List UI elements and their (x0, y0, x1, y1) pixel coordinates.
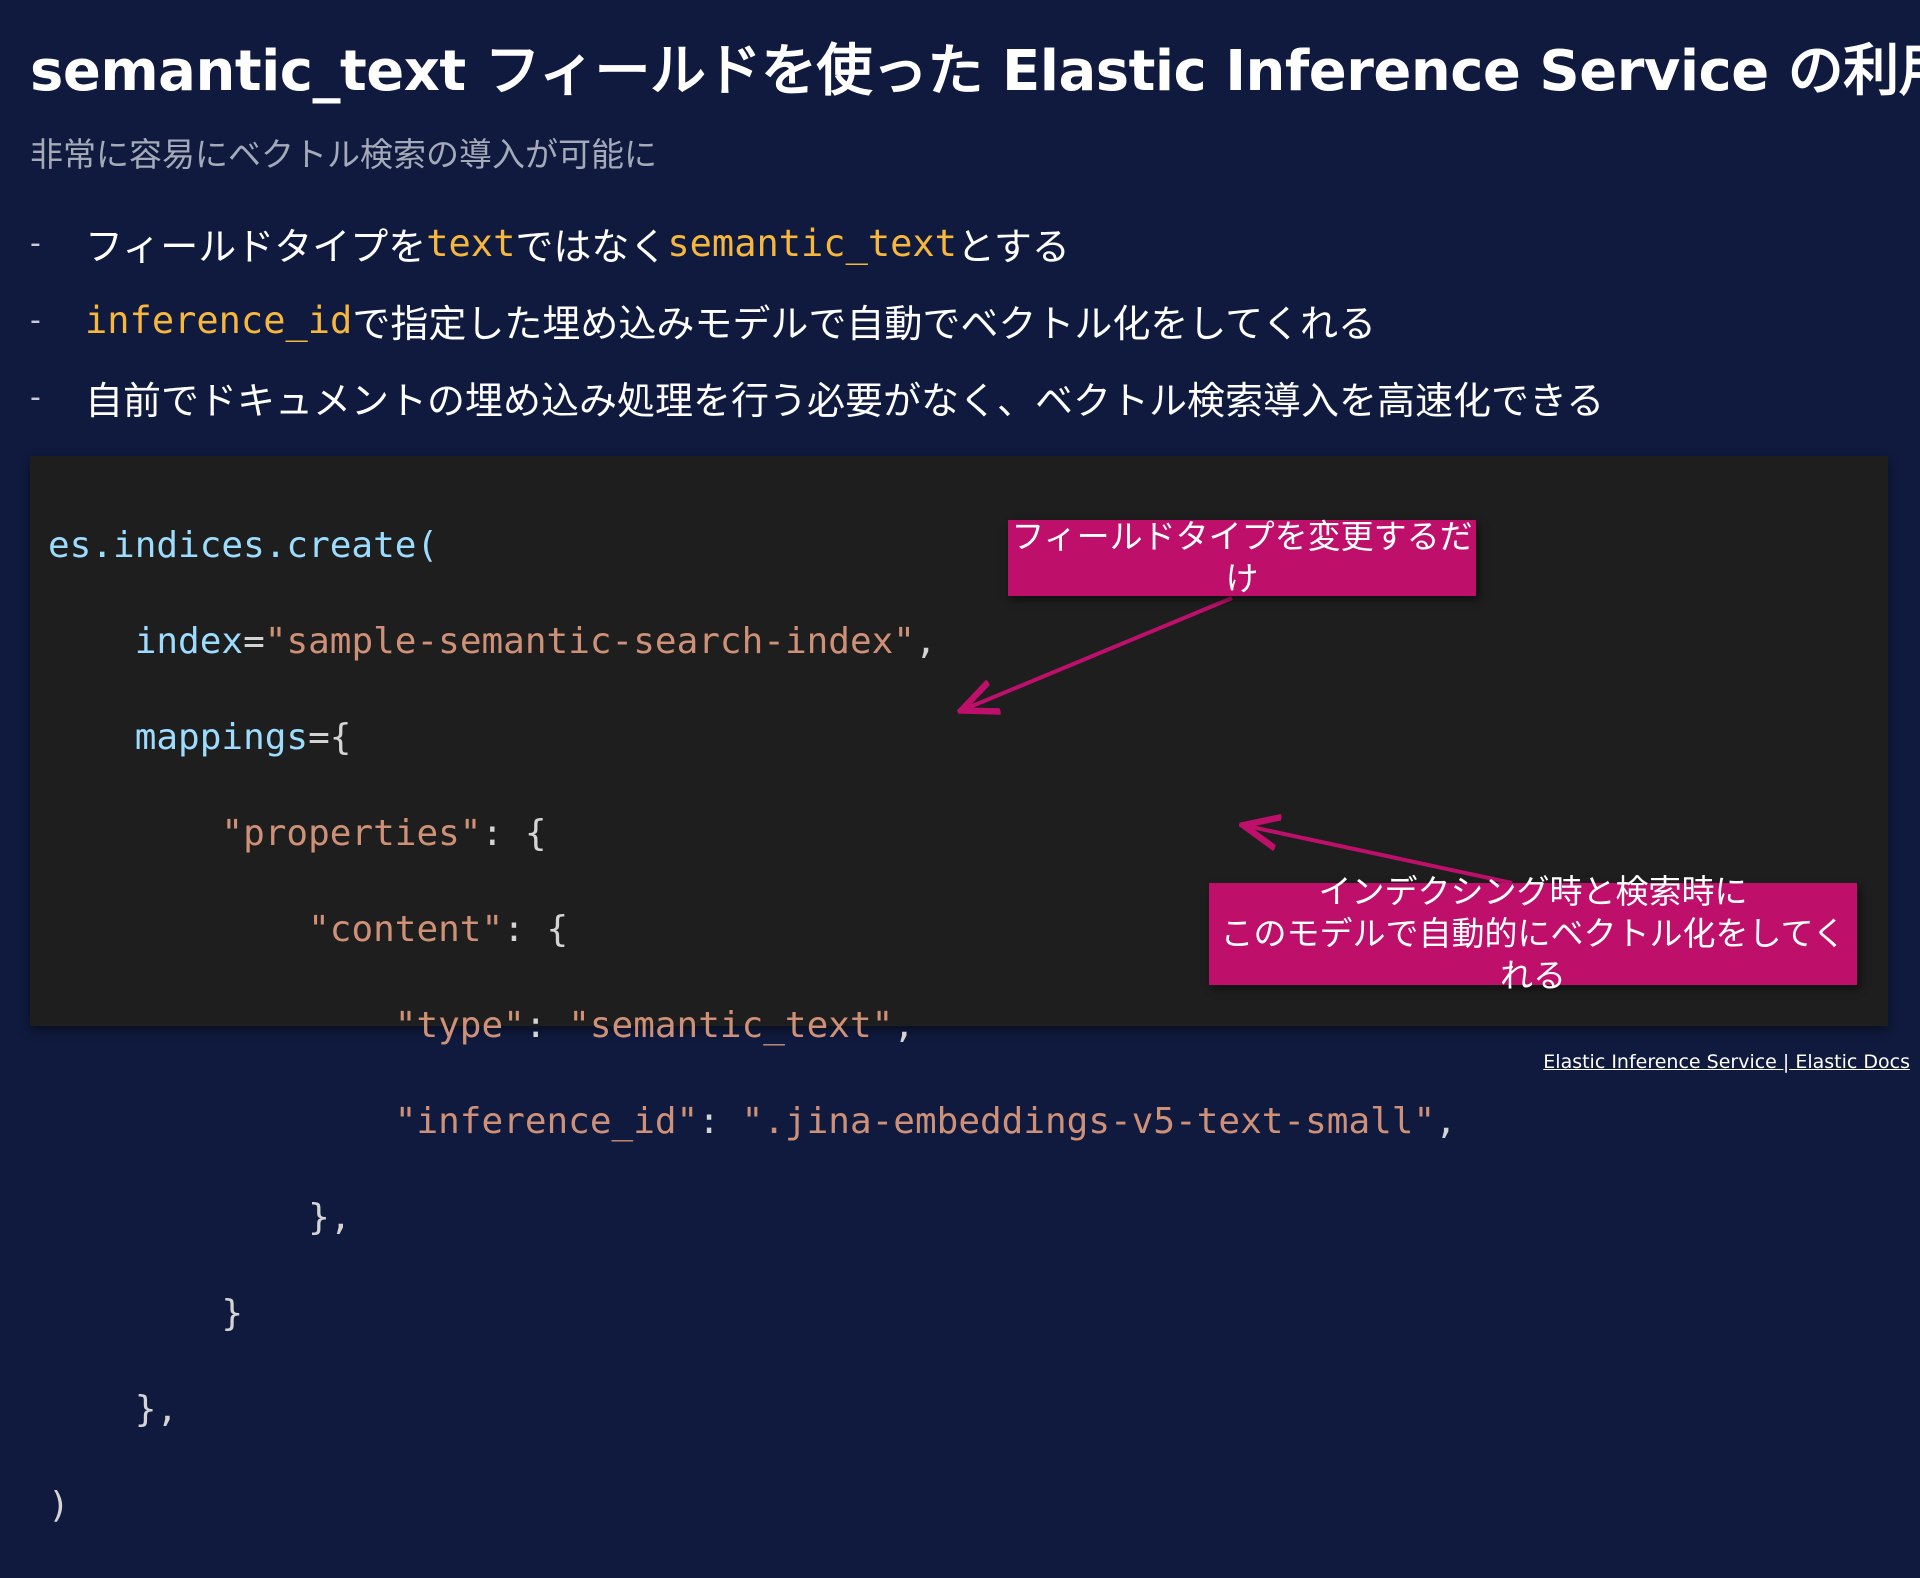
code-token: index (134, 621, 244, 662)
code-token: "properties" (221, 813, 482, 854)
bullet-text: とする (956, 225, 1070, 269)
bullet-item-benefit: - 自前でドキュメントの埋め込み処理を行う必要がなく、ベクトル検索導入を高速化で… (30, 359, 1890, 436)
callout-text: フィールドタイプを変更するだけ (1011, 516, 1473, 598)
code-token: mappings (134, 717, 309, 758)
slide-subtitle: 非常に容易にベクトル検索の導入が可能に (30, 135, 657, 174)
code-token: , (1435, 1101, 1457, 1142)
bullet-text: で指定した埋め込みモデルで自動でベクトル化をしてくれる (352, 302, 1377, 346)
code-token: : { (503, 909, 569, 950)
code-token: : (698, 1101, 742, 1142)
inline-code-semantic-text: semantic_text (667, 222, 957, 265)
code-token: = (243, 621, 265, 662)
code-content: es.indices.create( index="sample-semanti… (48, 474, 1457, 1578)
code-token: , (893, 1005, 915, 1046)
slide-title: semantic_text フィールドを使った Elastic Inferenc… (30, 39, 1920, 104)
code-token: } (221, 1293, 244, 1334)
code-token: : { (481, 813, 547, 854)
code-line: "type": "semantic_text", (48, 1002, 1457, 1050)
code-line: }, (48, 1386, 1457, 1434)
code-line: "inference_id": ".jina-embeddings-v5-tex… (48, 1098, 1457, 1146)
code-token: ) (48, 1485, 70, 1526)
code-token: }, (308, 1197, 352, 1238)
callout-field-type: フィールドタイプを変更するだけ (1008, 517, 1476, 598)
bullet-item-inference-id: - inference_id で指定した埋め込みモデルで自動でベクトル化をしてく… (30, 282, 1890, 359)
code-token: : (524, 1005, 569, 1046)
code-token: "content" (308, 909, 504, 950)
code-token: }, (134, 1389, 179, 1430)
bullet-text: フィールドタイプを (85, 225, 427, 269)
code-token: ".jina-embeddings-v5-text-small" (741, 1101, 1436, 1142)
code-token: "type" (394, 1005, 525, 1046)
bullet-dash: - (30, 226, 41, 261)
bullet-dash: - (30, 303, 41, 338)
code-line: } (48, 1290, 1457, 1338)
code-token: "semantic_text" (568, 1005, 894, 1046)
bullet-text: ではなく (515, 225, 668, 269)
code-token: es.indices.create( (48, 525, 439, 566)
inline-code-inference-id: inference_id (85, 299, 353, 342)
code-token: "sample-semantic-search-index" (264, 621, 915, 662)
code-token: "inference_id" (394, 1101, 699, 1142)
callout-text-line-1: インデクシング時と検索時に (1318, 871, 1748, 911)
bullet-item-field-type: - フィールドタイプを text ではなく semantic_text とする (30, 205, 1890, 282)
docs-link[interactable]: Elastic Inference Service | Elastic Docs (1543, 1051, 1910, 1073)
callout-text-line-2: このモデルで自動的にベクトル化をしてくれる (1220, 913, 1846, 996)
bullet-text: 自前でドキュメントの埋め込み処理を行う必要がなく、ベクトル検索導入を高速化できる (85, 379, 1605, 423)
code-token: , (914, 621, 937, 662)
callout-auto-vectorize: インデクシング時と検索時に このモデルで自動的にベクトル化をしてくれる (1209, 872, 1857, 995)
bullet-list: - フィールドタイプを text ではなく semantic_text とする … (30, 205, 1890, 436)
code-line: ) (48, 1482, 1457, 1530)
code-line: mappings={ (48, 714, 1457, 762)
bullet-dash: - (30, 380, 41, 415)
code-token: ={ (308, 717, 352, 758)
code-line: index="sample-semantic-search-index", (48, 618, 1457, 666)
code-line: }, (48, 1194, 1457, 1242)
code-line: "properties": { (48, 810, 1457, 858)
inline-code-text: text (426, 222, 516, 265)
